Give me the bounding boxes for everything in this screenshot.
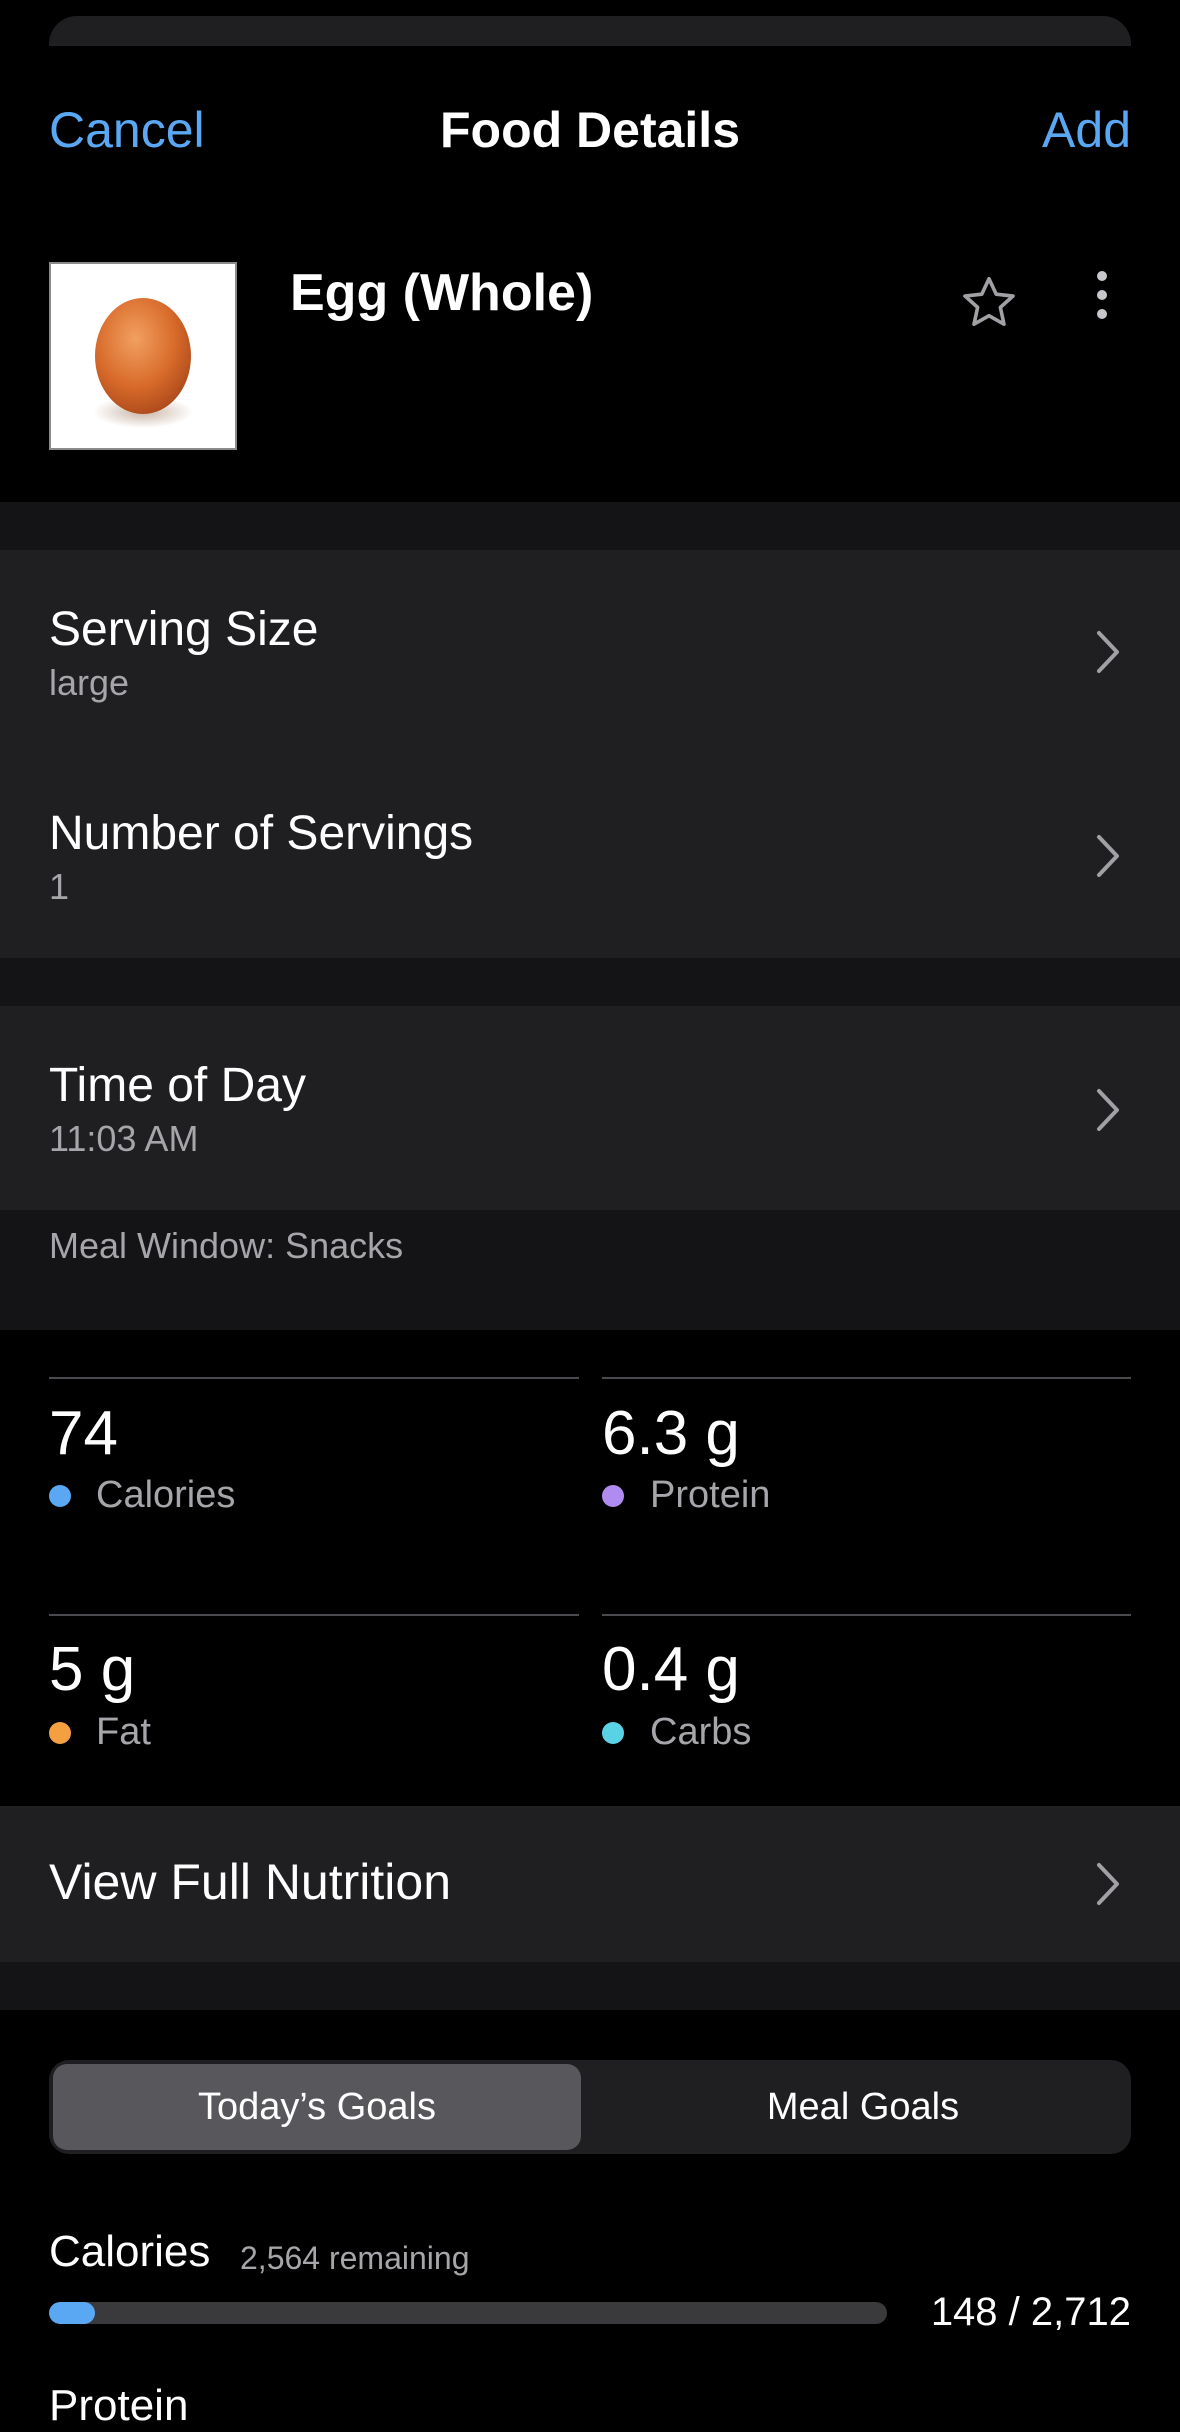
section-divider: [0, 1962, 1180, 2010]
add-button[interactable]: Add: [1042, 100, 1131, 160]
view-full-nutrition-row[interactable]: View Full Nutrition: [0, 1806, 1180, 1962]
goal-calories-label: Calories: [49, 2227, 211, 2276]
vertical-ellipsis-icon: [1097, 271, 1107, 319]
view-full-nutrition-label: View Full Nutrition: [49, 1854, 452, 1910]
stat-divider: [49, 1614, 579, 1616]
protein-value: 6.3 g: [602, 1399, 740, 1468]
section-divider: [0, 502, 1180, 550]
more-options-icon[interactable]: [1080, 262, 1124, 328]
star-outline-icon: [963, 276, 1015, 326]
section-divider: [0, 958, 1180, 1006]
chevron-right-icon: [1097, 835, 1119, 877]
favorite-star-icon[interactable]: [954, 268, 1024, 338]
egg-photo: [51, 264, 235, 448]
number-of-servings-title: Number of Servings: [49, 807, 474, 860]
fat-label: Fat: [96, 1711, 151, 1753]
goal-calories-ratio: 148 / 2,712: [930, 2290, 1131, 2334]
calories-dot: [49, 1485, 71, 1507]
meal-window-footer: Meal Window: Snacks: [0, 1210, 1180, 1330]
carbs-dot: [602, 1722, 624, 1744]
tab-meal-goals[interactable]: Meal Goals: [599, 2060, 1127, 2154]
chevron-right-icon: [1097, 631, 1119, 673]
stat-divider: [49, 1377, 579, 1379]
serving-size-title: Serving Size: [49, 603, 319, 656]
goal-calories-remaining: 2,564 remaining: [240, 2240, 470, 2276]
tab-todays-goals-label[interactable]: Today’s Goals: [53, 2060, 581, 2154]
fat-dot: [49, 1722, 71, 1744]
stat-divider: [602, 1377, 1131, 1379]
goal-protein-label: Protein: [49, 2381, 189, 2430]
fat-value: 5 g: [49, 1635, 136, 1704]
food-name: Egg (Whole): [290, 264, 594, 322]
time-of-day-title: Time of Day: [49, 1059, 306, 1112]
page-title: Food Details: [439, 102, 741, 158]
goals-segmented-control: Today’s Goals Meal Goals: [49, 2060, 1131, 2154]
time-of-day-value: 11:03 AM: [49, 1118, 199, 1159]
serving-size-row[interactable]: Serving Size large: [0, 550, 1180, 756]
calories-progress-fill: [49, 2302, 96, 2324]
number-of-servings-value: 1: [49, 866, 70, 907]
carbs-label: Carbs: [650, 1711, 752, 1753]
meal-window-label: Meal Window: Snacks: [49, 1225, 404, 1266]
calories-value: 74: [49, 1399, 118, 1468]
calories-progress-bar: [49, 2302, 887, 2324]
serving-size-value: large: [49, 662, 130, 703]
carbs-value: 0.4 g: [602, 1635, 740, 1704]
protein-dot: [602, 1485, 624, 1507]
stat-divider: [602, 1614, 1131, 1616]
calories-label: Calories: [96, 1474, 236, 1516]
food-image: [49, 262, 237, 450]
chevron-right-icon: [1097, 1863, 1119, 1905]
time-of-day-row[interactable]: Time of Day 11:03 AM: [0, 1006, 1180, 1210]
sheet-top-edge: [49, 16, 1131, 46]
protein-label: Protein: [650, 1474, 771, 1516]
chevron-right-icon: [1097, 1089, 1119, 1131]
number-of-servings-row[interactable]: Number of Servings 1: [0, 756, 1180, 958]
